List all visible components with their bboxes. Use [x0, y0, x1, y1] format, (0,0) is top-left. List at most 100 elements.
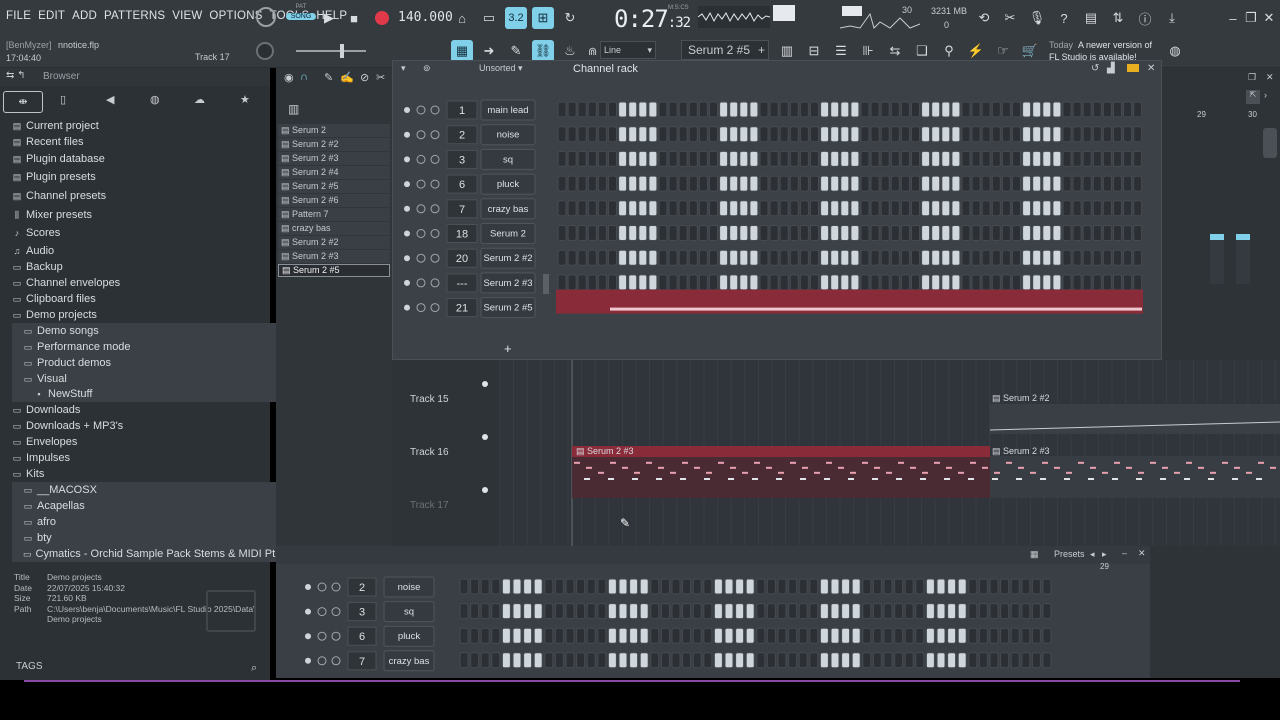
step-button[interactable] [809, 578, 819, 595]
step-button[interactable] [658, 150, 668, 167]
step-button[interactable] [936, 603, 946, 620]
step-button[interactable] [668, 150, 678, 167]
pan-knob-icon[interactable] [416, 278, 426, 288]
step-button[interactable] [759, 150, 769, 167]
step-button[interactable] [961, 274, 971, 291]
step-button[interactable] [766, 578, 776, 595]
step-button[interactable] [682, 578, 692, 595]
step-button[interactable] [1052, 126, 1062, 143]
step-button[interactable] [904, 652, 914, 669]
step-button[interactable] [830, 175, 840, 192]
step-button[interactable] [840, 101, 850, 118]
step-button[interactable] [671, 603, 681, 620]
step-button[interactable] [597, 225, 607, 241]
step-button[interactable] [978, 652, 988, 669]
step-button[interactable] [883, 578, 893, 595]
close-icon[interactable]: ✕ [1258, 7, 1280, 29]
channel-led[interactable] [305, 657, 311, 664]
tempo-display[interactable]: 140.000 [398, 10, 453, 25]
browser-item[interactable]: ▪ NewStuff [12, 386, 280, 402]
step-button[interactable] [629, 603, 639, 620]
step-button[interactable] [638, 200, 648, 217]
step-button[interactable] [629, 652, 639, 669]
step-button[interactable] [870, 225, 880, 241]
microphone-icon[interactable]: 🎙 [1026, 7, 1048, 29]
step-button[interactable] [799, 126, 809, 143]
step-button[interactable] [789, 126, 799, 143]
step-button[interactable] [597, 652, 607, 669]
step-button[interactable] [936, 627, 946, 644]
step-button[interactable] [961, 101, 971, 118]
step-button[interactable] [1052, 249, 1062, 266]
channel-led[interactable] [404, 230, 410, 237]
step-button[interactable] [851, 603, 861, 620]
master-knob-icon[interactable] [256, 7, 276, 27]
step-button[interactable] [749, 274, 759, 291]
step-button[interactable] [1010, 578, 1020, 595]
pattern-item[interactable]: ▤ Serum 2 #3 [278, 152, 390, 165]
channel-led[interactable] [305, 584, 311, 590]
step-button[interactable] [911, 225, 920, 241]
step-button[interactable] [459, 652, 469, 669]
step-button[interactable] [991, 274, 1001, 291]
step-button[interactable] [512, 603, 522, 620]
step-button[interactable] [739, 126, 749, 143]
pan-knob-icon[interactable] [416, 130, 426, 140]
browser-item[interactable]: ▭ Demo projects [12, 307, 280, 323]
step-button[interactable] [648, 225, 658, 241]
loop-record-icon[interactable]: ↻ [559, 7, 581, 29]
step-button[interactable] [608, 225, 617, 241]
step-button[interactable] [648, 175, 658, 192]
step-button[interactable] [759, 126, 769, 143]
step-button[interactable] [870, 126, 880, 143]
step-button[interactable] [480, 627, 490, 644]
news-line-1[interactable]: A newer version of [1078, 40, 1152, 50]
step-button[interactable] [840, 200, 850, 217]
step-button[interactable] [1000, 603, 1010, 620]
step-button[interactable] [608, 200, 617, 217]
step-button[interactable] [1042, 627, 1052, 644]
step-button[interactable] [1042, 150, 1052, 167]
browser-item[interactable]: ⫼ Mixer presets [12, 207, 280, 223]
step-button[interactable] [491, 627, 501, 644]
step-button[interactable] [658, 175, 668, 192]
step-button[interactable] [989, 603, 999, 620]
step-button[interactable] [788, 578, 798, 595]
step-button[interactable] [724, 578, 734, 595]
step-button[interactable] [789, 101, 799, 118]
step-button[interactable] [470, 603, 480, 620]
link-icon[interactable]: ⛓ [532, 40, 554, 62]
track-led[interactable] [482, 381, 488, 387]
step-button[interactable] [904, 603, 914, 620]
step-button[interactable] [501, 627, 511, 644]
step-button[interactable] [841, 578, 851, 595]
step-button[interactable] [989, 627, 999, 644]
step-button[interactable] [921, 126, 931, 143]
window-close-icon[interactable]: ✕ [1266, 72, 1274, 83]
step-button[interactable] [900, 126, 910, 143]
step-button[interactable] [577, 175, 587, 192]
step-button[interactable] [981, 249, 991, 266]
step-button[interactable] [648, 249, 658, 266]
step-button[interactable] [678, 101, 688, 118]
channel-led[interactable] [305, 633, 311, 640]
step-button[interactable] [1072, 225, 1082, 241]
step-button[interactable] [921, 249, 931, 266]
step-button[interactable] [660, 603, 670, 620]
step-button[interactable] [799, 249, 809, 266]
browser-item[interactable]: ♫ Audio [12, 243, 280, 259]
step-button[interactable] [1123, 175, 1133, 192]
picker-mode-icon[interactable]: ▥ [288, 102, 299, 116]
search-icon[interactable]: ⌕ [251, 662, 257, 675]
step-button[interactable] [870, 200, 880, 217]
step-button[interactable] [820, 126, 830, 143]
pan-knob-icon[interactable] [416, 303, 426, 313]
song-pat-toggle[interactable]: PAT SONG [286, 4, 316, 30]
step-button[interactable] [911, 150, 920, 167]
step-button[interactable] [779, 101, 789, 118]
step-button[interactable] [459, 603, 469, 620]
step-button[interactable] [1001, 249, 1011, 266]
step-button[interactable] [1062, 150, 1072, 167]
step-button[interactable] [840, 225, 850, 241]
track-name[interactable]: Track 15 [410, 394, 449, 405]
